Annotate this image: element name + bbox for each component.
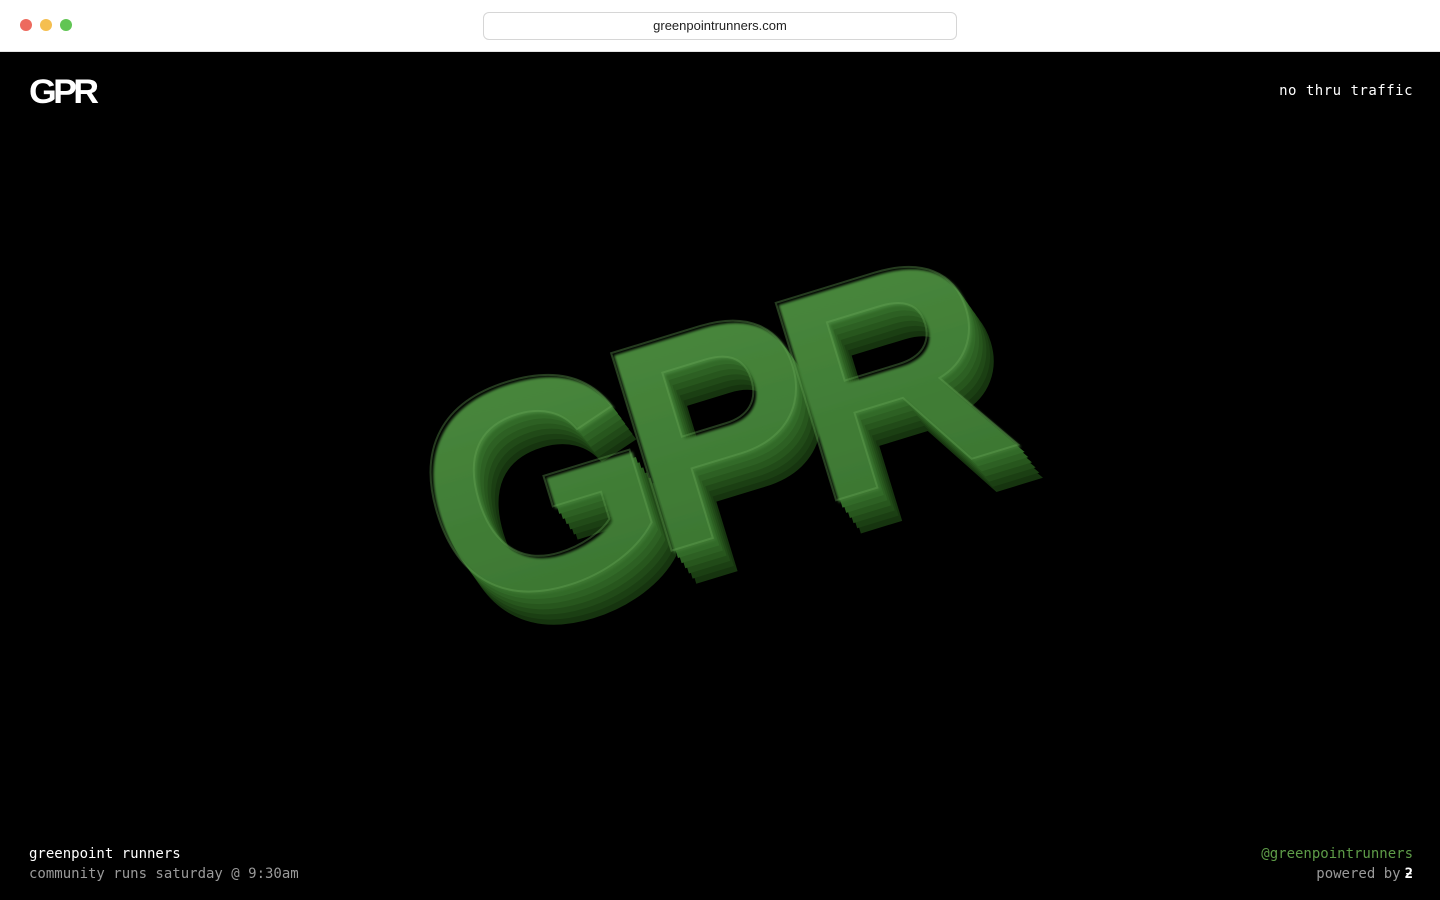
address-bar[interactable]: greenpointrunners.com xyxy=(483,12,957,40)
run-schedule: community runs saturday @ 9:30am xyxy=(29,866,299,882)
hero-highlight-text: GPR xyxy=(376,192,1037,678)
site-logo[interactable]: GPR xyxy=(29,74,99,110)
powered-by-logo-icon[interactable]: ƻ xyxy=(1405,866,1413,882)
minimize-window-icon[interactable] xyxy=(40,19,52,31)
powered-by: powered by ƻ xyxy=(1261,864,1413,884)
club-name: greenpoint runners xyxy=(29,846,181,862)
powered-by-label: powered by xyxy=(1316,866,1401,882)
footer-info: greenpoint runners community runs saturd… xyxy=(29,844,299,884)
hero-3d-logo: GPR GPR GPR GPR GPR GPR GPR GPR xyxy=(375,192,1062,711)
instagram-handle-link[interactable]: @greenpointrunners xyxy=(1261,844,1413,864)
maximize-window-icon[interactable] xyxy=(60,19,72,31)
footer-links: @greenpointrunners powered by ƻ xyxy=(1261,844,1413,884)
site-tagline: no thru traffic xyxy=(1279,83,1413,99)
browser-chrome: greenpointrunners.com xyxy=(0,0,1440,52)
page-content: GPR no thru traffic GPR GPR GPR GPR GPR … xyxy=(0,52,1440,900)
close-window-icon[interactable] xyxy=(20,19,32,31)
